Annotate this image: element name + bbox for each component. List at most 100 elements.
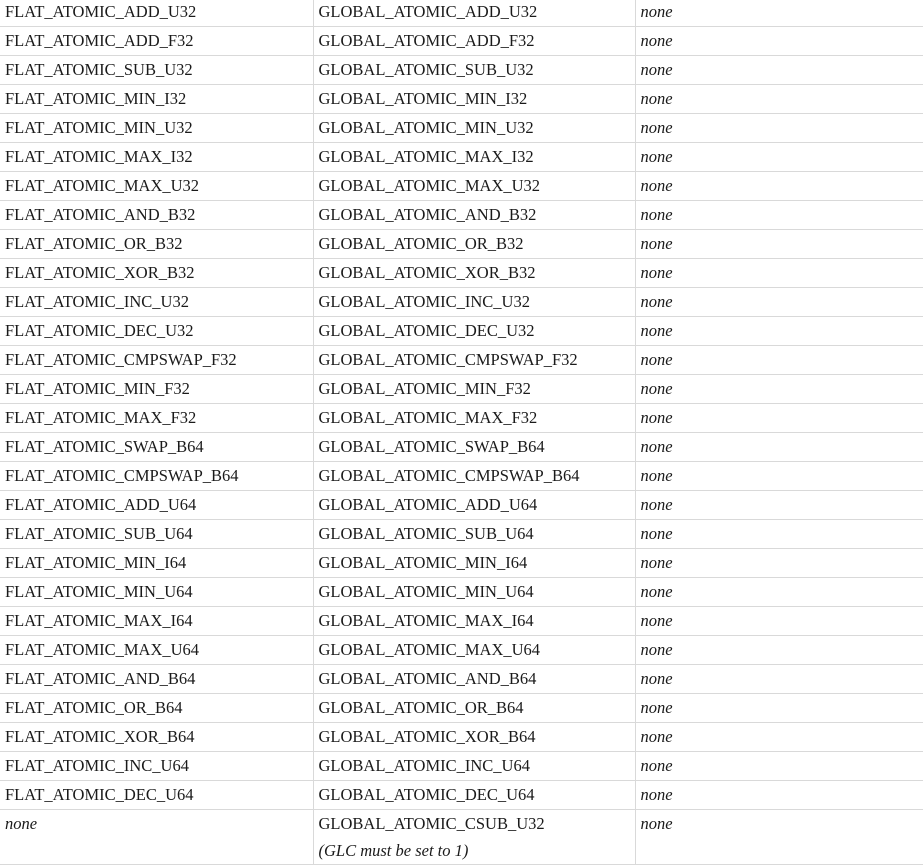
extra-cell: none <box>634 0 923 27</box>
global-cell: GLOBAL_ATOMIC_DEC_U32 <box>312 316 636 346</box>
extra-cell: none <box>634 200 923 230</box>
extra-cell: none <box>634 229 923 259</box>
table-row: FLAT_ATOMIC_MIN_F32 GLOBAL_ATOMIC_MIN_F32… <box>0 374 923 404</box>
flat-cell: FLAT_ATOMIC_CMPSWAP_F32 <box>0 345 314 375</box>
table-row: FLAT_ATOMIC_MIN_I64 GLOBAL_ATOMIC_MIN_I64… <box>0 548 923 578</box>
extra-cell: none <box>634 26 923 56</box>
global-opcode: GLOBAL_ATOMIC_CSUB_U32 <box>318 814 545 833</box>
extra-cell: none <box>634 722 923 752</box>
extra-cell: none <box>634 345 923 375</box>
flat-cell: FLAT_ATOMIC_SUB_U64 <box>0 519 314 549</box>
flat-cell: FLAT_ATOMIC_ADD_U32 <box>0 0 314 27</box>
flat-cell: FLAT_ATOMIC_DEC_U64 <box>0 780 314 810</box>
global-cell: GLOBAL_ATOMIC_CMPSWAP_F32 <box>312 345 636 375</box>
flat-cell: FLAT_ATOMIC_XOR_B32 <box>0 258 314 288</box>
table-row: FLAT_ATOMIC_INC_U64 GLOBAL_ATOMIC_INC_U64… <box>0 751 923 781</box>
extra-cell: none <box>634 374 923 404</box>
flat-cell: FLAT_ATOMIC_MIN_I32 <box>0 84 314 114</box>
global-cell: GLOBAL_ATOMIC_AND_B32 <box>312 200 636 230</box>
global-note: (GLC must be set to 1) <box>318 841 469 860</box>
table-row: FLAT_ATOMIC_XOR_B64 GLOBAL_ATOMIC_XOR_B64… <box>0 722 923 752</box>
table-row: FLAT_ATOMIC_AND_B64 GLOBAL_ATOMIC_AND_B64… <box>0 664 923 694</box>
global-cell: GLOBAL_ATOMIC_OR_B64 <box>312 693 636 723</box>
global-cell: GLOBAL_ATOMIC_INC_U64 <box>312 751 636 781</box>
flat-cell: FLAT_ATOMIC_MAX_U64 <box>0 635 314 665</box>
global-cell: GLOBAL_ATOMIC_MAX_I32 <box>312 142 636 172</box>
table-body-last: none GLOBAL_ATOMIC_CSUB_U32 (GLC must be… <box>0 809 923 865</box>
flat-cell: FLAT_ATOMIC_OR_B32 <box>0 229 314 259</box>
global-cell: GLOBAL_ATOMIC_MIN_U64 <box>312 577 636 607</box>
flat-cell: FLAT_ATOMIC_MIN_U32 <box>0 113 314 143</box>
table-row: FLAT_ATOMIC_ADD_F32 GLOBAL_ATOMIC_ADD_F32… <box>0 26 923 56</box>
flat-cell: FLAT_ATOMIC_AND_B64 <box>0 664 314 694</box>
global-cell: GLOBAL_ATOMIC_DEC_U64 <box>312 780 636 810</box>
table-row: FLAT_ATOMIC_MAX_F32 GLOBAL_ATOMIC_MAX_F32… <box>0 403 923 433</box>
flat-cell: FLAT_ATOMIC_INC_U64 <box>0 751 314 781</box>
extra-cell: none <box>634 548 923 578</box>
table-row: FLAT_ATOMIC_ADD_U64 GLOBAL_ATOMIC_ADD_U64… <box>0 490 923 520</box>
flat-cell: FLAT_ATOMIC_XOR_B64 <box>0 722 314 752</box>
extra-cell: none <box>634 751 923 781</box>
global-cell: GLOBAL_ATOMIC_AND_B64 <box>312 664 636 694</box>
table-row: FLAT_ATOMIC_SUB_U32 GLOBAL_ATOMIC_SUB_U32… <box>0 55 923 85</box>
global-cell: GLOBAL_ATOMIC_OR_B32 <box>312 229 636 259</box>
flat-cell: FLAT_ATOMIC_MIN_U64 <box>0 577 314 607</box>
table-row: FLAT_ATOMIC_MAX_I32 GLOBAL_ATOMIC_MAX_I32… <box>0 142 923 172</box>
global-cell: GLOBAL_ATOMIC_MIN_I32 <box>312 84 636 114</box>
global-cell: GLOBAL_ATOMIC_MAX_I64 <box>312 606 636 636</box>
table-row: FLAT_ATOMIC_MIN_I32 GLOBAL_ATOMIC_MIN_I32… <box>0 84 923 114</box>
table-row: FLAT_ATOMIC_SWAP_B64 GLOBAL_ATOMIC_SWAP_B… <box>0 432 923 462</box>
flat-cell: FLAT_ATOMIC_CMPSWAP_B64 <box>0 461 314 491</box>
table-row: FLAT_ATOMIC_ADD_U32 GLOBAL_ATOMIC_ADD_U32… <box>0 0 923 27</box>
extra-cell: none <box>634 461 923 491</box>
extra-cell: none <box>634 780 923 810</box>
table-row: FLAT_ATOMIC_CMPSWAP_B64 GLOBAL_ATOMIC_CMP… <box>0 461 923 491</box>
global-cell: GLOBAL_ATOMIC_CMPSWAP_B64 <box>312 461 636 491</box>
table-row: FLAT_ATOMIC_MIN_U64 GLOBAL_ATOMIC_MIN_U64… <box>0 577 923 607</box>
extra-cell: none <box>634 258 923 288</box>
extra-cell: none <box>634 287 923 317</box>
extra-cell: none <box>634 113 923 143</box>
extra-cell: none <box>634 693 923 723</box>
global-cell: GLOBAL_ATOMIC_CSUB_U32 (GLC must be set … <box>312 809 636 865</box>
global-cell: GLOBAL_ATOMIC_XOR_B32 <box>312 258 636 288</box>
table-row: FLAT_ATOMIC_MAX_U32 GLOBAL_ATOMIC_MAX_U32… <box>0 171 923 201</box>
flat-cell: FLAT_ATOMIC_SUB_U32 <box>0 55 314 85</box>
table-row: FLAT_ATOMIC_OR_B64 GLOBAL_ATOMIC_OR_B64 no… <box>0 693 923 723</box>
table-row: FLAT_ATOMIC_MAX_U64 GLOBAL_ATOMIC_MAX_U64… <box>0 635 923 665</box>
global-cell: GLOBAL_ATOMIC_ADD_U64 <box>312 490 636 520</box>
extra-cell: none <box>634 171 923 201</box>
global-cell: GLOBAL_ATOMIC_SWAP_B64 <box>312 432 636 462</box>
table-row: FLAT_ATOMIC_DEC_U32 GLOBAL_ATOMIC_DEC_U32… <box>0 316 923 346</box>
flat-cell: FLAT_ATOMIC_SWAP_B64 <box>0 432 314 462</box>
extra-cell: none <box>634 142 923 172</box>
extra-cell: none <box>634 809 923 865</box>
flat-cell: FLAT_ATOMIC_MIN_I64 <box>0 548 314 578</box>
extra-cell: none <box>634 490 923 520</box>
extra-cell: none <box>634 84 923 114</box>
global-cell: GLOBAL_ATOMIC_MAX_U32 <box>312 171 636 201</box>
flat-cell: FLAT_ATOMIC_DEC_U32 <box>0 316 314 346</box>
flat-cell: FLAT_ATOMIC_ADD_U64 <box>0 490 314 520</box>
table-row: FLAT_ATOMIC_MIN_U32 GLOBAL_ATOMIC_MIN_U32… <box>0 113 923 143</box>
table-row: FLAT_ATOMIC_XOR_B32 GLOBAL_ATOMIC_XOR_B32… <box>0 258 923 288</box>
flat-cell: FLAT_ATOMIC_MAX_F32 <box>0 403 314 433</box>
global-cell: GLOBAL_ATOMIC_MIN_I64 <box>312 548 636 578</box>
global-cell: GLOBAL_ATOMIC_XOR_B64 <box>312 722 636 752</box>
table-row: FLAT_ATOMIC_SUB_U64 GLOBAL_ATOMIC_SUB_U64… <box>0 519 923 549</box>
flat-cell: FLAT_ATOMIC_INC_U32 <box>0 287 314 317</box>
extra-cell: none <box>634 635 923 665</box>
extra-cell: none <box>634 519 923 549</box>
extra-cell: none <box>634 316 923 346</box>
table-row: FLAT_ATOMIC_AND_B32 GLOBAL_ATOMIC_AND_B32… <box>0 200 923 230</box>
flat-cell: FLAT_ATOMIC_MAX_I64 <box>0 606 314 636</box>
flat-cell: FLAT_ATOMIC_ADD_F32 <box>0 26 314 56</box>
flat-cell: FLAT_ATOMIC_MAX_U32 <box>0 171 314 201</box>
table-row: FLAT_ATOMIC_DEC_U64 GLOBAL_ATOMIC_DEC_U64… <box>0 780 923 810</box>
extra-cell: none <box>634 403 923 433</box>
table-row: FLAT_ATOMIC_MAX_I64 GLOBAL_ATOMIC_MAX_I64… <box>0 606 923 636</box>
global-cell: GLOBAL_ATOMIC_MIN_F32 <box>312 374 636 404</box>
global-cell: GLOBAL_ATOMIC_INC_U32 <box>312 287 636 317</box>
extra-cell: none <box>634 664 923 694</box>
extra-cell: none <box>634 606 923 636</box>
